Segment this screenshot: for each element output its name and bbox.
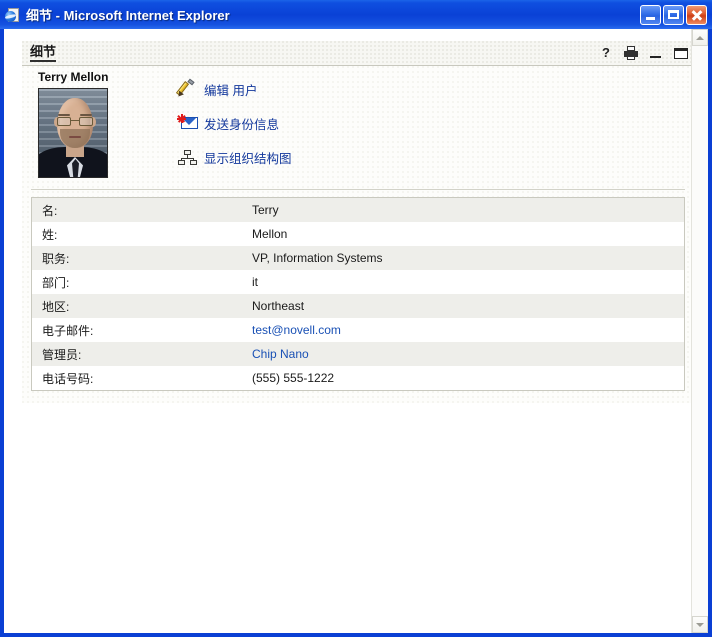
panel-body: Terry Mellon 编辑 用户 发送身份信息 显示组织结构图 名: Ter… xyxy=(22,66,691,403)
detail-label: 名: xyxy=(31,197,242,222)
print-icon[interactable] xyxy=(624,46,638,60)
table-row: 电子邮件: test@novell.com xyxy=(31,318,685,342)
mail-send-icon xyxy=(177,114,199,132)
scroll-up-arrow-icon[interactable] xyxy=(692,29,708,46)
action-link-edit-user-label[interactable]: 编辑 用户 xyxy=(204,80,257,99)
detail-value-link[interactable]: Chip Nano xyxy=(252,347,309,361)
detail-value: Mellon xyxy=(242,222,685,246)
detail-value-link[interactable]: test@novell.com xyxy=(252,323,341,337)
panel-header: 细节 ? xyxy=(22,41,691,66)
detail-label: 电子邮件: xyxy=(31,318,242,342)
table-row: 职务: VP, Information Systems xyxy=(31,246,685,270)
table-row: 名: Terry xyxy=(31,197,685,222)
action-link-edit-user[interactable]: 编辑 用户 xyxy=(175,72,292,106)
detail-value[interactable]: test@novell.com xyxy=(242,318,685,342)
avatar xyxy=(38,88,108,178)
maximize-icon xyxy=(668,9,679,19)
action-link-send-identity-label[interactable]: 发送身份信息 xyxy=(204,114,279,133)
table-row: 部门: it xyxy=(31,270,685,294)
details-table: 名: Terry 姓: Mellon 职务: VP, Information System… xyxy=(31,197,685,391)
action-link-send-identity[interactable]: 发送身份信息 xyxy=(177,106,292,140)
panel-minimize-icon[interactable] xyxy=(649,46,663,60)
detail-value: Northeast xyxy=(242,294,685,318)
vertical-scrollbar[interactable] xyxy=(691,29,708,633)
maximize-button[interactable] xyxy=(663,4,684,25)
detail-label: 职务: xyxy=(31,246,242,270)
document-viewport: 细节 ? Terry Mellon 编辑 用户 发送身份信息 显示组织结构图 名… xyxy=(4,29,691,633)
table-row: 电话号码: (555) 555-1222 xyxy=(31,366,685,391)
scroll-down-arrow-icon[interactable] xyxy=(692,616,708,633)
pencil-icon xyxy=(175,78,199,99)
ie-page-icon xyxy=(4,7,21,23)
panel-maximize-icon[interactable] xyxy=(674,46,688,60)
person-name: Terry Mellon xyxy=(38,70,109,84)
window-title-separator: - xyxy=(52,8,64,23)
window-title-doc: 细节 xyxy=(26,8,53,23)
action-link-org-chart[interactable]: 显示组织结构图 xyxy=(177,140,292,174)
detail-value: VP, Information Systems xyxy=(242,246,685,270)
detail-label: 姓: xyxy=(31,222,242,246)
detail-label: 电话号码: xyxy=(31,366,242,391)
window-title: 细节 - Microsoft Internet Explorer xyxy=(26,5,640,24)
detail-value: it xyxy=(242,270,685,294)
org-chart-icon xyxy=(177,148,199,166)
action-link-org-chart-label[interactable]: 显示组织结构图 xyxy=(204,148,292,167)
close-button[interactable] xyxy=(686,4,707,25)
detail-label: 地区: xyxy=(31,294,242,318)
table-row: 地区: Northeast xyxy=(31,294,685,318)
detail-label: 部门: xyxy=(31,270,242,294)
details-table-body: 名: Terry 姓: Mellon 职务: VP, Information System… xyxy=(31,197,685,391)
title-bar: 细节 - Microsoft Internet Explorer xyxy=(0,0,712,29)
detail-value: Terry xyxy=(242,197,685,222)
details-panel: 细节 ? Terry Mellon 编辑 用户 发送身份信息 显示组织结构图 名… xyxy=(22,41,691,403)
person-header: Terry Mellon 编辑 用户 发送身份信息 显示组织结构图 xyxy=(22,66,691,189)
action-links: 编辑 用户 发送身份信息 显示组织结构图 xyxy=(175,72,292,174)
panel-title: 细节 xyxy=(30,44,57,62)
detail-label: 管理员: xyxy=(31,342,242,366)
detail-value[interactable]: Chip Nano xyxy=(242,342,685,366)
detail-value: (555) 555-1222 xyxy=(242,366,685,391)
window-title-app: Microsoft Internet Explorer xyxy=(63,8,230,23)
person-card: Terry Mellon xyxy=(38,70,118,178)
window-controls xyxy=(640,4,707,25)
scrollbar-track[interactable] xyxy=(692,46,708,616)
panel-tool-buttons: ? xyxy=(599,41,688,65)
browser-client-area: 细节 ? Terry Mellon 编辑 用户 发送身份信息 显示组织结构图 名… xyxy=(4,29,708,633)
minimize-icon xyxy=(646,16,655,20)
minimize-button[interactable] xyxy=(640,4,661,25)
browser-window: 细节 - Microsoft Internet Explorer 细节 ? Te… xyxy=(0,0,712,637)
table-row: 管理员: Chip Nano xyxy=(31,342,685,366)
help-icon[interactable]: ? xyxy=(599,46,613,60)
details-table-wrapper: 名: Terry 姓: Mellon 职务: VP, Information System… xyxy=(22,190,691,403)
table-row: 姓: Mellon xyxy=(31,222,685,246)
